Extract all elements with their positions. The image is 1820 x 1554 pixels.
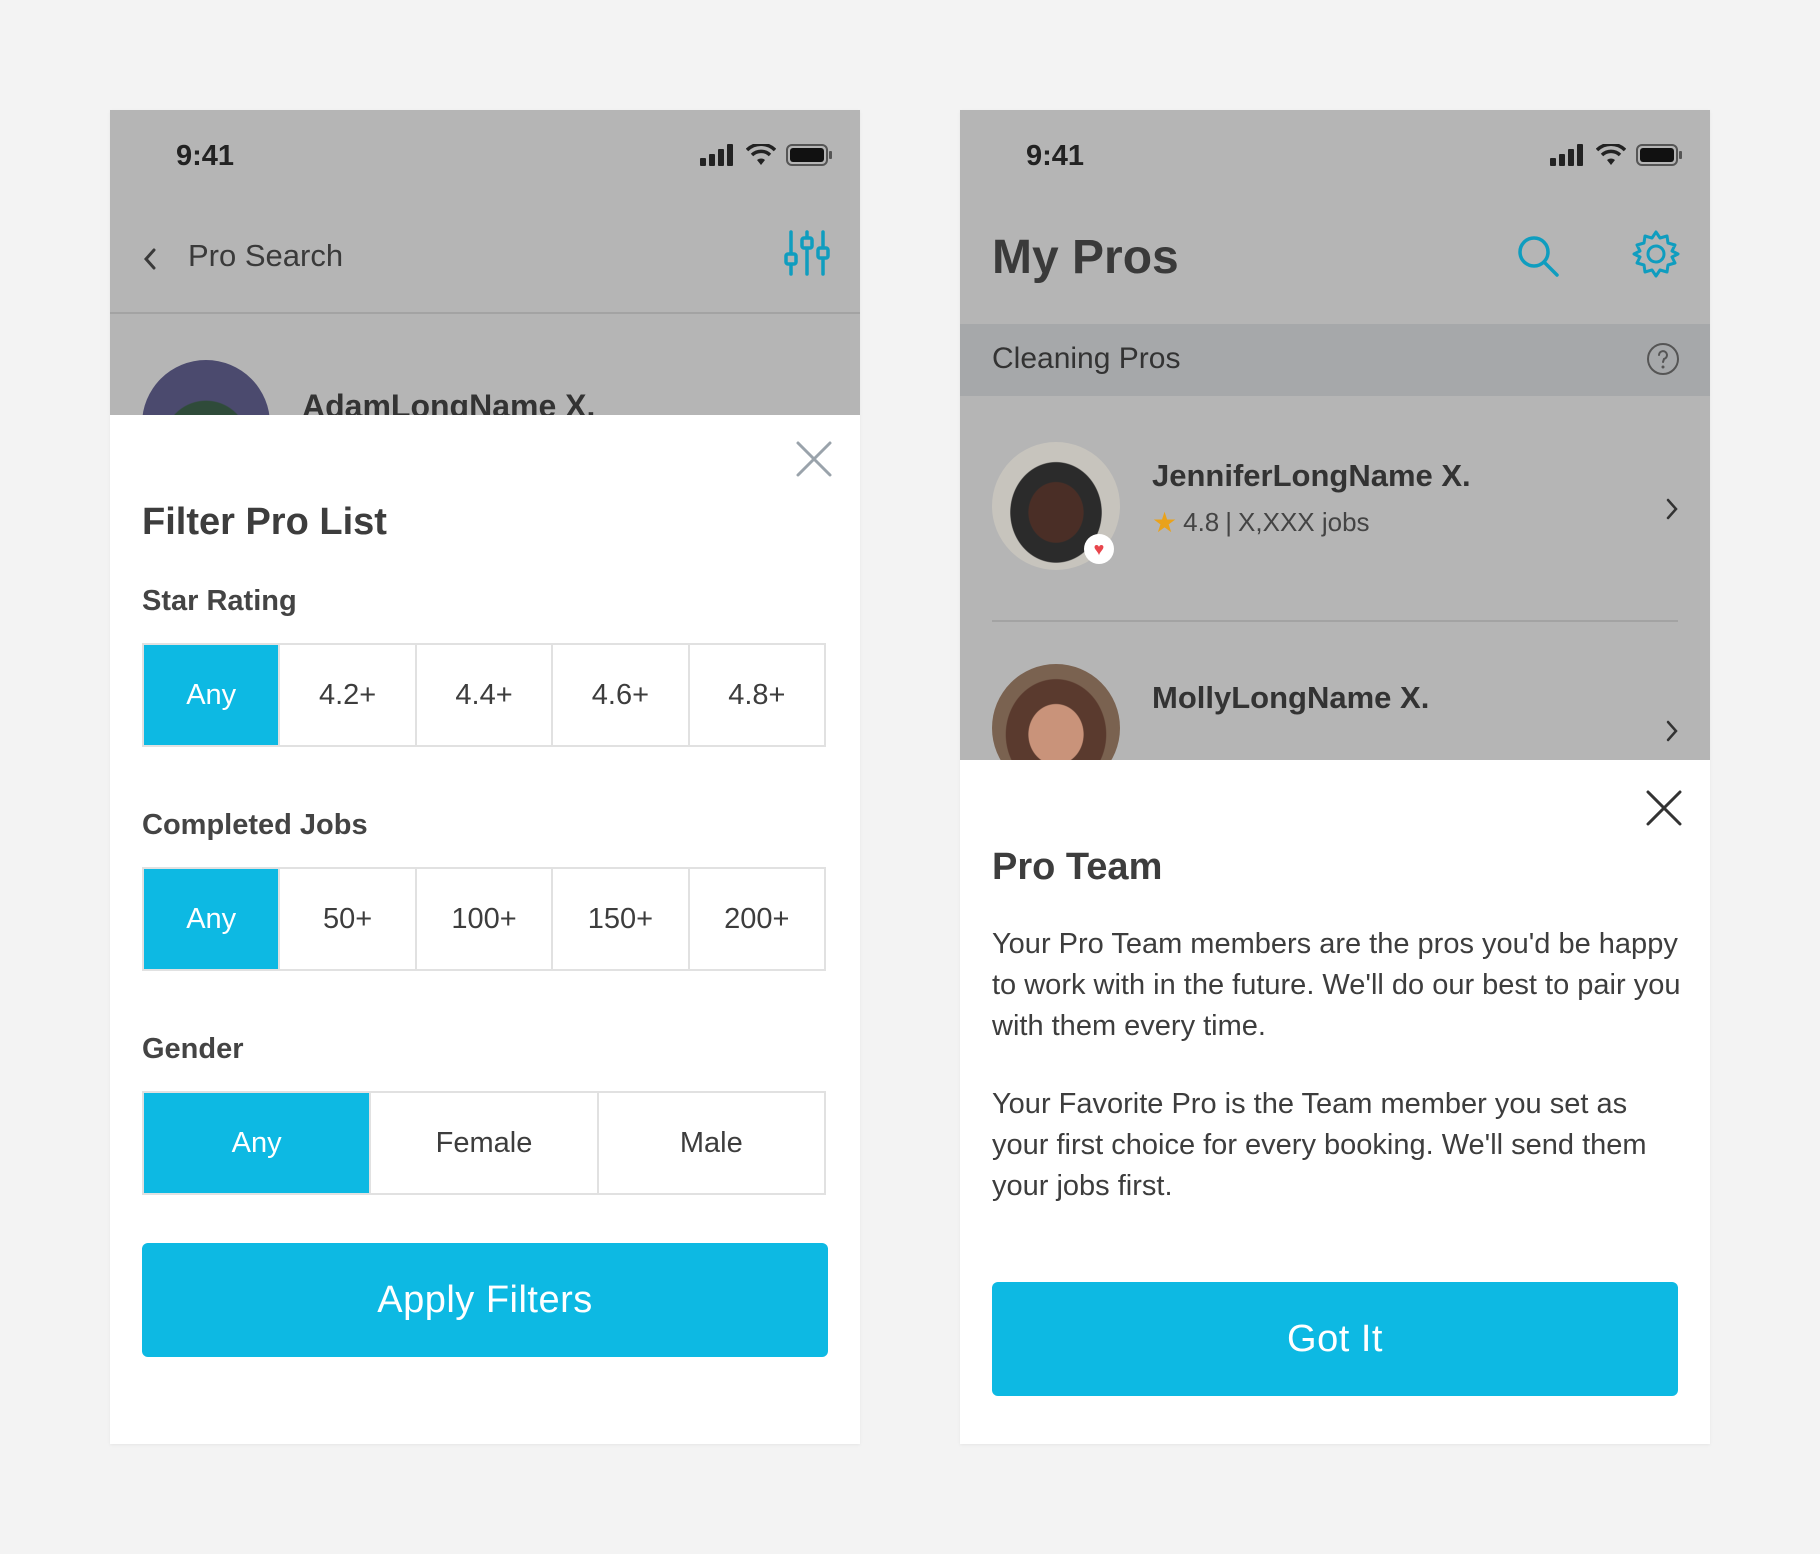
star-rating-option-4-8[interactable]: 4.8+: [687, 645, 825, 745]
battery-icon: [786, 144, 832, 166]
nav-title: Pro Search: [188, 238, 344, 273]
wifi-icon: [746, 144, 776, 165]
meta-separator: |: [1225, 507, 1233, 537]
info-paragraph-2: Your Favorite Pro is the Team member you…: [992, 1088, 1647, 1202]
got-it-button[interactable]: Got It: [992, 1282, 1678, 1396]
phone-my-pros: 9:41 My Pros Cleaning Pros ♥ JenniferLon…: [960, 110, 1710, 1444]
pro-rating: 4.8: [1183, 507, 1220, 537]
pro-jobs: X,XXX jobs: [1238, 507, 1370, 537]
pro-name: JenniferLongName X.: [1152, 458, 1471, 493]
status-time: 9:41: [176, 140, 235, 172]
star-rating-label: Star Rating: [142, 585, 297, 617]
status-time: 9:41: [1026, 140, 1085, 172]
star-rating-option-4-6[interactable]: 4.6+: [551, 645, 688, 745]
completed-jobs-option-50[interactable]: 50+: [278, 869, 415, 969]
gear-icon[interactable]: [1630, 228, 1682, 280]
page-title: My Pros: [992, 231, 1179, 284]
status-bar: 9:41: [960, 110, 1710, 204]
pro-meta: ★ 4.8 | X,XXX jobs: [1152, 506, 1370, 539]
sliders-icon[interactable]: [782, 228, 832, 278]
completed-jobs-option-200[interactable]: 200+: [687, 869, 825, 969]
completed-jobs-option-100[interactable]: 100+: [414, 869, 552, 969]
chevron-right-icon: [1666, 720, 1678, 742]
pro-team-info-sheet: Pro Team Your Pro Team members are the p…: [960, 760, 1710, 1444]
sheet-title: Pro Team: [992, 846, 1163, 888]
gender-option-female[interactable]: Female: [369, 1093, 597, 1193]
pro-name: MollyLongName X.: [1152, 680, 1430, 715]
status-icons: [1550, 144, 1682, 166]
info-paragraph-1: Your Pro Team members are the pros you'd…: [992, 928, 1681, 1042]
filter-sheet: Filter Pro List Star Rating Any 4.2+ 4.4…: [110, 415, 860, 1444]
star-icon: ★: [1152, 507, 1178, 538]
section-header: Cleaning Pros: [960, 324, 1710, 396]
phone-pro-search: 9:41 Pro Search AdamLongName X. Filter P…: [110, 110, 860, 1444]
section-label: Cleaning Pros: [992, 342, 1181, 375]
star-rating-option-any[interactable]: Any: [144, 645, 279, 745]
completed-jobs-selector: Any 50+ 100+ 150+ 200+: [142, 867, 826, 971]
search-icon[interactable]: [1514, 232, 1562, 280]
completed-jobs-label: Completed Jobs: [142, 809, 368, 841]
gender-label: Gender: [142, 1033, 244, 1065]
status-icons: [700, 144, 832, 166]
completed-jobs-option-150[interactable]: 150+: [551, 869, 688, 969]
my-pros-header: My Pros: [960, 204, 1710, 324]
star-rating-option-4-4[interactable]: 4.4+: [414, 645, 552, 745]
star-rating-option-4-2[interactable]: 4.2+: [278, 645, 415, 745]
signal-icon: [700, 144, 733, 166]
close-icon[interactable]: [794, 439, 834, 479]
gender-option-any[interactable]: Any: [144, 1093, 370, 1193]
sheet-title: Filter Pro List: [142, 501, 387, 543]
completed-jobs-option-any[interactable]: Any: [144, 869, 279, 969]
status-bar: 9:41: [110, 110, 860, 204]
signal-icon: [1550, 144, 1583, 166]
apply-filters-button[interactable]: Apply Filters: [142, 1243, 828, 1357]
star-rating-selector: Any 4.2+ 4.4+ 4.6+ 4.8+: [142, 643, 826, 747]
gender-selector: Any Female Male: [142, 1091, 826, 1195]
gender-option-male[interactable]: Male: [596, 1093, 824, 1193]
my-pros-background: 9:41 My Pros Cleaning Pros ♥ JenniferLon…: [960, 110, 1710, 792]
nav-bar: Pro Search: [110, 204, 860, 314]
chevron-left-icon[interactable]: [140, 244, 160, 274]
close-icon[interactable]: [1644, 788, 1684, 828]
pro-list-item[interactable]: ♥ JenniferLongName X. ★ 4.8 | X,XXX jobs: [960, 396, 1710, 622]
battery-icon: [1636, 144, 1682, 166]
question-circle-icon[interactable]: [1646, 342, 1680, 376]
wifi-icon: [1596, 144, 1626, 165]
favorite-heart-icon: ♥: [1084, 534, 1114, 564]
chevron-right-icon: [1666, 498, 1678, 520]
